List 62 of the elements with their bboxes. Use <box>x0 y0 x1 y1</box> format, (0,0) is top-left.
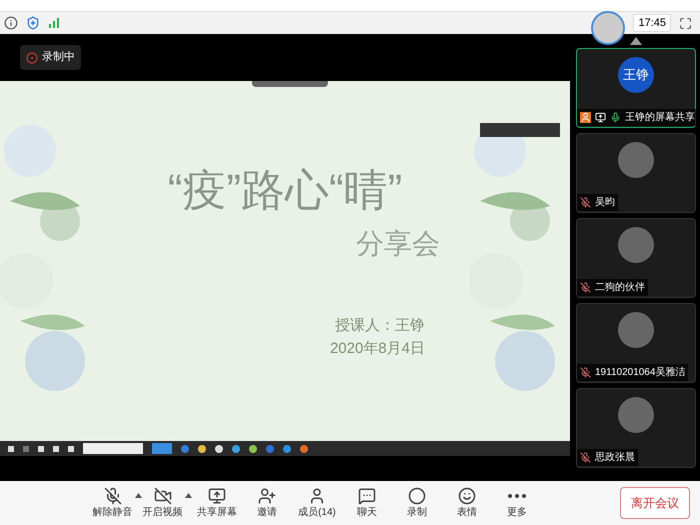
chat-button[interactable]: 聊天 <box>357 486 377 520</box>
avatar-placeholder <box>618 397 654 433</box>
share-icon <box>208 486 226 504</box>
signal-icon <box>48 17 60 29</box>
taskbar-icon <box>283 444 291 452</box>
video-icon <box>154 486 172 504</box>
avatar-placeholder <box>618 142 654 178</box>
fullscreen-icon[interactable] <box>679 16 692 30</box>
avatar-initials: 王铮 <box>618 57 654 93</box>
participant-tile[interactable]: 思政张晨 <box>576 388 696 468</box>
participant-name: 王铮的屏幕共享 <box>625 110 695 125</box>
slide-date: 2020年8月4日 <box>330 338 425 358</box>
avatar-placeholder <box>618 312 654 348</box>
taskbar-icon <box>8 446 14 452</box>
recording-label: 录制中 <box>42 50 75 66</box>
taskbar-icon <box>68 446 74 452</box>
participant-tile[interactable]: 吴昀 <box>576 133 696 213</box>
emoji-button[interactable]: 表情 <box>457 486 477 520</box>
more-icon <box>508 494 526 498</box>
mic-button[interactable]: 解除静音 <box>92 486 132 520</box>
invite-icon <box>258 486 276 504</box>
leave-meeting-button[interactable]: 离开会议 <box>620 487 690 519</box>
taskbar-icon <box>181 444 189 452</box>
mic-icon <box>104 486 122 504</box>
screen-share-icon <box>595 112 606 123</box>
scroll-up-icon[interactable] <box>630 37 642 45</box>
record-icon <box>408 486 426 504</box>
taskbar-icon <box>300 444 308 452</box>
invite-button[interactable]: 邀请 <box>257 486 277 520</box>
emoji-icon <box>458 486 476 504</box>
participant-tile[interactable]: 19110201064吴雅洁 <box>576 303 696 383</box>
shield-icon <box>26 16 40 30</box>
taskbar-icon <box>23 446 29 452</box>
host-icon <box>580 112 591 123</box>
taskbar-icon <box>215 444 223 452</box>
participant-tile[interactable]: 二狗的伙伴 <box>576 218 696 298</box>
taskbar-icon <box>232 444 240 452</box>
avatar-placeholder <box>618 227 654 263</box>
info-icon[interactable] <box>4 16 18 30</box>
taskbar-icon <box>266 444 274 452</box>
members-button[interactable]: 成员(14) <box>298 486 336 520</box>
video-button[interactable]: 开启视频 <box>142 486 182 520</box>
slide-lecturer: 授课人：王铮 <box>335 316 425 336</box>
participant-name: 思政张晨 <box>595 450 635 465</box>
more-button[interactable]: 更多 <box>507 486 527 520</box>
share-button[interactable]: 共享屏幕 <box>197 486 237 520</box>
caret-icon[interactable] <box>134 492 142 498</box>
participant-name: 二狗的伙伴 <box>595 281 645 295</box>
taskbar-icon <box>249 444 257 452</box>
caret-icon[interactable] <box>184 492 192 498</box>
recording-icon <box>26 52 38 64</box>
slide-title: “疫”路心“晴” <box>168 169 402 213</box>
slide-subtitle: 分享会 <box>356 227 440 261</box>
participant-tile[interactable]: 王铮 王铮的屏幕共享 <box>576 48 696 128</box>
taskbar-icon <box>53 446 59 452</box>
chat-icon <box>358 486 376 504</box>
taskbar-icon <box>198 444 206 452</box>
clock-time: 17:45 <box>633 14 671 32</box>
participant-name: 吴昀 <box>595 196 615 210</box>
participant-name: 19110201064吴雅洁 <box>595 366 686 380</box>
taskbar-icon <box>38 446 44 452</box>
record-button[interactable]: 录制 <box>407 486 427 520</box>
